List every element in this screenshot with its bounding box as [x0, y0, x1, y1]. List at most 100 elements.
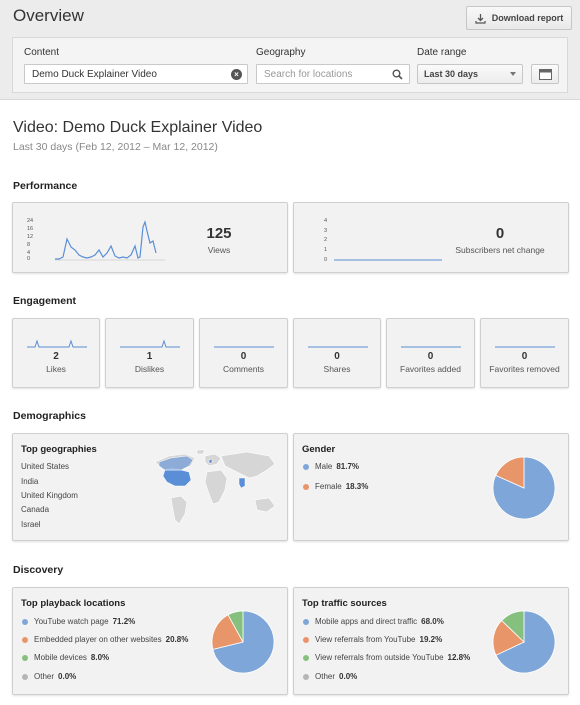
traffic-pie-chart	[492, 610, 556, 674]
content-field[interactable]: Demo Duck Explainer Video ×	[24, 64, 248, 84]
date-range-subtitle: Last 30 days (Feb 12, 2012 – Mar 12, 201…	[13, 141, 218, 153]
favorites-removed-value: 0	[521, 351, 528, 362]
calendar-button[interactable]	[531, 64, 559, 84]
legend-swatch	[303, 636, 309, 643]
traffic-legend-item: Other 0.0%	[303, 672, 357, 681]
legend-value: 8.0%	[90, 653, 110, 662]
legend-swatch	[303, 483, 309, 490]
search-icon[interactable]	[392, 69, 403, 80]
legend-value: 71.2%	[112, 617, 136, 626]
comments-card[interactable]: 0 Comments	[199, 318, 288, 388]
traffic-sources-title: Top traffic sources	[302, 598, 387, 609]
date-range-label: Date range	[417, 47, 467, 58]
content-label: Content	[24, 47, 60, 58]
top-geographies-card[interactable]: Top geographies United States India Unit…	[12, 433, 288, 541]
geography-label: Geography	[256, 47, 306, 58]
playback-locations-title: Top playback locations	[21, 598, 126, 609]
views-sparkline: 24 16 12 8 4 0	[27, 218, 165, 262]
views-line	[55, 219, 157, 260]
engagement-heading: Engagement	[13, 295, 77, 307]
subs-axis-tick: 2	[324, 237, 327, 243]
page-title: Overview	[13, 6, 84, 25]
traffic-legend-item: Mobile apps and direct traffic 68.0%	[303, 617, 444, 626]
legend-label: Male	[315, 462, 333, 471]
geography-item: United States	[21, 462, 70, 471]
legend-swatch	[303, 654, 309, 661]
demographics-heading: Demographics	[13, 410, 86, 422]
legend-value: 18.3%	[345, 482, 369, 491]
legend-value: 0.0%	[339, 672, 358, 681]
favorites-added-label: Favorites added	[400, 364, 461, 374]
subscribers-sparkline: 4 3 2 1 0	[324, 218, 442, 263]
legend-label: Other	[34, 672, 55, 681]
traffic-legend-item: View referrals from YouTube 19.2%	[303, 635, 442, 644]
traffic-sources-card[interactable]: Top traffic sources Mobile apps and dire…	[293, 587, 569, 695]
legend-label: View referrals from YouTube	[315, 635, 416, 644]
subs-axis-tick: 0	[324, 257, 327, 263]
calendar-icon	[538, 69, 552, 80]
comments-value: 0	[240, 351, 247, 362]
legend-swatch	[22, 654, 28, 661]
views-value: 125	[206, 225, 232, 242]
likes-card[interactable]: 2 Likes	[12, 318, 100, 388]
discovery-heading: Discovery	[13, 564, 64, 576]
favorites-removed-card[interactable]: 0 Favorites removed	[480, 318, 569, 388]
comments-label: Comments	[222, 364, 265, 374]
favorites-removed-label: Favorites removed	[489, 364, 560, 374]
playback-locations-card[interactable]: Top playback locations YouTube watch pag…	[12, 587, 288, 695]
playback-legend-item: YouTube watch page 71.2%	[22, 617, 135, 626]
views-axis-tick: 16	[27, 226, 33, 232]
favorites-removed-sparkline	[495, 346, 555, 348]
subscribers-label: Subscribers net change	[455, 245, 545, 255]
views-axis-tick: 24	[27, 218, 33, 224]
geography-item: Israel	[21, 520, 41, 529]
playback-legend-item: Embedded player on other websites 20.8%	[22, 635, 188, 644]
views-card[interactable]: 24 16 12 8 4 0 125 Views	[12, 202, 288, 273]
shares-value: 0	[334, 351, 340, 362]
legend-label: Other	[315, 672, 336, 681]
gender-title: Gender	[302, 444, 336, 455]
legend-label: Mobile apps and direct traffic	[315, 617, 418, 626]
filter-header: Overview Download report Content Demo Du…	[0, 0, 580, 100]
playback-pie-chart	[211, 610, 275, 674]
dislikes-value: 1	[146, 351, 153, 362]
likes-sparkline	[27, 339, 87, 348]
subs-axis-tick: 1	[324, 247, 327, 253]
legend-value: 20.8%	[165, 635, 189, 644]
favorites-added-sparkline	[401, 346, 461, 348]
legend-label: YouTube watch page	[34, 617, 109, 626]
shares-card[interactable]: 0 Shares	[293, 318, 381, 388]
download-icon	[475, 13, 486, 24]
playback-legend-item: Other 0.0%	[22, 672, 76, 681]
world-map	[154, 449, 276, 525]
legend-value: 68.0%	[421, 617, 444, 626]
subscribers-card[interactable]: 4 3 2 1 0 0 Subscribers net change	[293, 202, 569, 273]
geography-item: Canada	[21, 505, 50, 514]
date-range-select[interactable]: Last 30 days	[417, 64, 523, 84]
subs-axis-tick: 3	[324, 228, 327, 234]
top-geographies-title: Top geographies	[21, 444, 97, 455]
legend-swatch	[22, 673, 28, 680]
legend-swatch	[303, 463, 309, 470]
date-range-value: Last 30 days	[424, 69, 479, 79]
gender-card[interactable]: Gender Male 81.7% Female 18.3%	[293, 433, 569, 541]
gender-legend-male: Male 81.7%	[303, 462, 359, 471]
traffic-legend-item: View referrals from outside YouTube 12.8…	[303, 653, 470, 662]
legend-value: 12.8%	[447, 653, 471, 662]
views-axis-tick: 8	[27, 242, 30, 248]
dislikes-card[interactable]: 1 Dislikes	[105, 318, 194, 388]
geography-item: United Kingdom	[21, 491, 78, 500]
views-axis-tick: 12	[27, 234, 33, 240]
legend-swatch	[303, 673, 309, 680]
favorites-added-value: 0	[427, 351, 434, 362]
legend-label: View referrals from outside YouTube	[315, 653, 444, 662]
filter-panel: Content Demo Duck Explainer Video × Geog…	[12, 37, 568, 93]
geography-search-input[interactable]: Search for locations	[256, 64, 410, 84]
download-report-button[interactable]: Download report	[466, 6, 572, 30]
gender-pie-chart	[492, 456, 556, 520]
favorites-added-card[interactable]: 0 Favorites added	[386, 318, 475, 388]
views-label: Views	[207, 245, 231, 255]
clear-icon[interactable]: ×	[231, 69, 242, 80]
dislikes-label: Dislikes	[134, 364, 165, 374]
video-title: Video: Demo Duck Explainer Video	[13, 119, 263, 136]
